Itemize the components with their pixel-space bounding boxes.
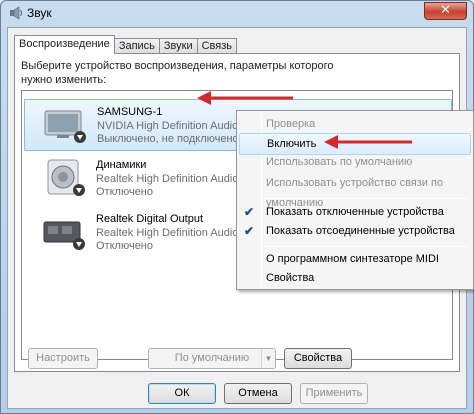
annotation-arrow-enable [324, 135, 412, 149]
ok-button[interactable]: ОК [148, 383, 216, 404]
cancel-button[interactable]: Отмена [224, 383, 292, 404]
tab-sounds[interactable]: Звуки [158, 38, 198, 54]
menu-item-show-disconnected[interactable]: ✔ Показать отсоединенные устройства [239, 221, 471, 243]
checkmark-icon: ✔ [244, 224, 255, 238]
device-status: Отключено [96, 240, 153, 252]
speaker-title-icon [10, 6, 22, 20]
tab-strip: Воспроизведение Запись Звуки Связь [14, 35, 238, 54]
menu-item-set-default-comm[interactable]: Использовать устройство связи по умолчан… [239, 173, 471, 209]
device-driver: NVIDIA High Definition Audio [97, 120, 239, 132]
apply-button[interactable]: Применить [300, 383, 368, 404]
digital-output-icon [43, 221, 85, 250]
close-button[interactable]: ✕ [424, 2, 467, 20]
tab-playback[interactable]: Воспроизведение [14, 35, 115, 54]
device-driver: Realtek High Definition Audio [96, 227, 239, 239]
menu-separator [265, 198, 469, 199]
tab-communications[interactable]: Связь [196, 38, 238, 54]
device-status: Выключено, не подключено [97, 133, 239, 145]
title-bar[interactable]: Звук ✕ [1, 1, 473, 25]
window-title: Звук [27, 6, 52, 20]
menu-separator [265, 246, 469, 247]
device-name: Realtek Digital Output [96, 213, 203, 225]
set-default-label: По умолчанию [174, 352, 250, 364]
chevron-down-icon[interactable]: ▼ [261, 349, 275, 368]
menu-item-set-default[interactable]: Использовать по умолчанию [239, 152, 471, 174]
tab-recording[interactable]: Запись [113, 38, 160, 54]
instruction-text: Выберите устройство воспроизведения, пар… [21, 60, 334, 86]
monitor-speaker-icon [44, 110, 86, 143]
set-default-dropdown[interactable]: По умолчанию ▼ [148, 348, 276, 369]
device-status: Отключено [96, 186, 153, 198]
menu-item-label: Показать отсоединенные устройства [266, 225, 455, 237]
device-driver: Realtek High Definition Audio [96, 173, 239, 185]
annotation-arrow-device [197, 91, 293, 105]
close-icon: ✕ [440, 3, 451, 18]
menu-item-properties[interactable]: Свойства [239, 268, 471, 290]
device-name: SAMSUNG-1 [97, 106, 163, 118]
speaker-icon [47, 159, 85, 196]
properties-button[interactable]: Свойства [284, 348, 352, 369]
configure-button[interactable]: Настроить [28, 348, 98, 369]
menu-item-label: Показать отключенные устройства [266, 206, 444, 218]
checkmark-icon: ✔ [244, 205, 255, 219]
device-name: Динамики [96, 159, 147, 171]
